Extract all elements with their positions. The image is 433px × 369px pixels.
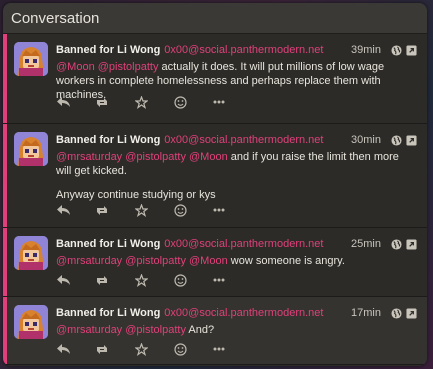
repeat-button[interactable] — [95, 203, 109, 217]
repeat-button[interactable] — [95, 273, 109, 287]
account-handle[interactable]: 0x00@social.panthermodern.net — [164, 44, 351, 56]
reply-button[interactable] — [56, 95, 70, 109]
globe-icon — [391, 238, 402, 250]
mention-link[interactable]: @pistolpatty — [125, 324, 186, 336]
status-item[interactable]: Banned for Li Wong 0x00@social.panthermo… — [3, 34, 427, 124]
avatar[interactable] — [14, 42, 48, 76]
account-handle[interactable]: 0x00@social.panthermodern.net — [164, 134, 351, 146]
favorite-button[interactable] — [134, 342, 148, 356]
repeat-icon — [97, 275, 107, 285]
reply-button[interactable] — [56, 273, 70, 287]
status-actions — [56, 273, 251, 287]
expand-icon[interactable] — [406, 238, 417, 250]
smile-icon — [173, 95, 187, 109]
react-button[interactable] — [173, 273, 187, 287]
more-icon — [213, 347, 225, 351]
thread-indicator — [3, 228, 7, 296]
repeat-button[interactable] — [95, 95, 109, 109]
favorite-button[interactable] — [134, 273, 148, 287]
expand-icon[interactable] — [406, 307, 417, 319]
mention-link[interactable]: @pistolpatty — [98, 61, 159, 73]
more-icon — [213, 208, 225, 212]
more-button[interactable] — [212, 342, 226, 356]
favorite-button[interactable] — [134, 203, 148, 217]
thread-indicator — [3, 34, 7, 123]
smile-icon — [173, 342, 187, 356]
mention-link[interactable]: @Moon — [56, 61, 95, 73]
status-header: Banned for Li Wong 0x00@social.panthermo… — [56, 236, 417, 252]
globe-icon — [391, 134, 402, 146]
status-header: Banned for Li Wong 0x00@social.panthermo… — [56, 132, 417, 148]
star-icon — [134, 342, 148, 356]
repeat-icon — [97, 344, 107, 354]
display-name[interactable]: Banned for Li Wong — [56, 134, 160, 146]
expand-icon[interactable] — [406, 134, 417, 146]
mention-link[interactable]: @mrsaturday — [56, 255, 122, 267]
avatar[interactable] — [14, 132, 48, 166]
reply-icon — [56, 204, 70, 215]
status-text-extra: Anyway continue studying or kys — [56, 189, 216, 201]
avatar[interactable] — [14, 236, 48, 270]
display-name[interactable]: Banned for Li Wong — [56, 307, 160, 319]
display-name[interactable]: Banned for Li Wong — [56, 44, 160, 56]
account-handle[interactable]: 0x00@social.panthermodern.net — [164, 307, 351, 319]
status-header: Banned for Li Wong 0x00@social.panthermo… — [56, 305, 417, 321]
status-header: Banned for Li Wong 0x00@social.panthermo… — [56, 42, 417, 58]
status-text: wow someone is angry. — [230, 255, 345, 267]
smile-icon — [173, 273, 187, 287]
mention-link[interactable]: @Moon — [189, 255, 228, 267]
timestamp[interactable]: 30min — [351, 134, 381, 146]
expand-icon[interactable] — [406, 44, 417, 56]
account-handle[interactable]: 0x00@social.panthermodern.net — [164, 238, 351, 250]
avatar[interactable] — [14, 305, 48, 339]
reply-button[interactable] — [56, 203, 70, 217]
star-icon — [134, 95, 148, 109]
mention-link[interactable]: @Moon — [189, 151, 228, 163]
more-icon — [213, 278, 225, 282]
star-icon — [134, 203, 148, 217]
mention-link[interactable]: @mrsaturday — [56, 151, 122, 163]
more-button[interactable] — [212, 95, 226, 109]
panel-header: Conversation — [3, 3, 427, 34]
react-button[interactable] — [173, 342, 187, 356]
timestamp[interactable]: 17min — [351, 307, 381, 319]
react-button[interactable] — [173, 95, 187, 109]
more-icon — [213, 100, 225, 104]
more-button[interactable] — [212, 203, 226, 217]
status-item-focused[interactable]: Banned for Li Wong 0x00@social.panthermo… — [3, 297, 427, 365]
repeat-icon — [97, 97, 107, 107]
timestamp[interactable]: 39min — [351, 44, 381, 56]
reply-icon — [56, 96, 70, 107]
star-icon — [134, 273, 148, 287]
mention-link[interactable]: @pistolpatty — [125, 255, 186, 267]
timestamp[interactable]: 25min — [351, 238, 381, 250]
reply-button[interactable] — [56, 342, 70, 356]
status-item[interactable]: Banned for Li Wong 0x00@social.panthermo… — [3, 124, 427, 228]
status-item[interactable]: Banned for Li Wong 0x00@social.panthermo… — [3, 228, 427, 297]
smile-icon — [173, 203, 187, 217]
status-actions — [56, 203, 251, 217]
reply-icon — [56, 343, 70, 354]
status-text: And? — [188, 324, 215, 336]
repeat-icon — [97, 205, 107, 215]
favorite-button[interactable] — [134, 95, 148, 109]
repeat-button[interactable] — [95, 342, 109, 356]
conversation-panel: Conversation Banned for Li Wong 0x00@soc… — [3, 3, 427, 366]
status-actions — [56, 342, 251, 356]
mention-link[interactable]: @mrsaturday — [56, 324, 122, 336]
react-button[interactable] — [173, 203, 187, 217]
thread-indicator — [3, 297, 7, 364]
status-actions — [56, 95, 251, 109]
display-name[interactable]: Banned for Li Wong — [56, 238, 160, 250]
thread-indicator — [3, 124, 7, 227]
globe-icon — [391, 44, 402, 56]
reply-icon — [56, 274, 70, 285]
panel-title: Conversation — [11, 9, 100, 27]
globe-icon — [391, 307, 402, 319]
more-button[interactable] — [212, 273, 226, 287]
mention-link[interactable]: @pistolpatty — [125, 151, 186, 163]
